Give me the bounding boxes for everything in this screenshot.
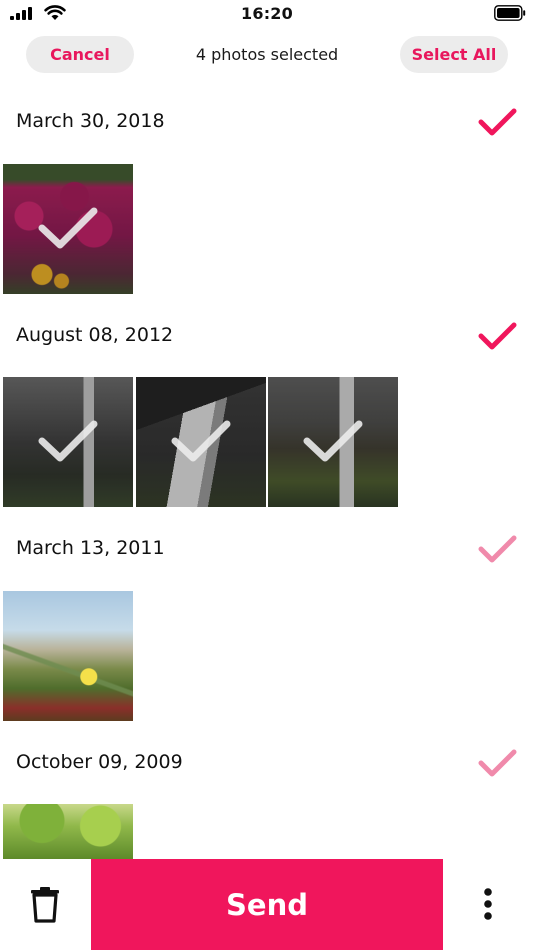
section-header: August 08, 2012 <box>0 316 534 356</box>
section-date: August 08, 2012 <box>16 324 174 346</box>
section-date: March 30, 2018 <box>16 110 165 132</box>
select-all-button[interactable]: Select All <box>400 36 508 73</box>
more-vertical-icon[interactable] <box>480 887 496 921</box>
photo-thumbnail[interactable] <box>3 591 133 721</box>
section-select-check-icon[interactable] <box>476 316 520 356</box>
photo-thumbnail[interactable] <box>268 377 398 507</box>
battery-icon <box>494 5 526 21</box>
section-header: March 13, 2011 <box>0 529 534 569</box>
bottom-action-bar: Send <box>0 859 534 950</box>
section-select-check-icon[interactable] <box>476 743 520 783</box>
trash-icon[interactable] <box>30 887 60 923</box>
photo-selected-check-icon <box>303 420 363 462</box>
selection-count-title: 4 photos selected <box>195 45 339 64</box>
section-date: March 13, 2011 <box>16 537 165 559</box>
photo-selected-check-icon <box>38 420 98 462</box>
section-select-check-icon[interactable] <box>476 102 520 142</box>
photo-selected-check-icon <box>38 207 98 249</box>
section-header: March 30, 2018 <box>0 102 534 142</box>
send-button[interactable]: Send <box>91 859 443 950</box>
photo-thumbnail[interactable] <box>3 804 133 859</box>
photo-selected-check-icon <box>171 420 231 462</box>
photo-thumbnail[interactable] <box>3 377 133 507</box>
selection-nav-bar: Cancel 4 photos selected Select All <box>0 36 534 74</box>
section-date: October 09, 2009 <box>16 751 183 773</box>
status-time: 16:20 <box>241 4 293 23</box>
section-select-check-icon[interactable] <box>476 529 520 569</box>
photo-thumbnail[interactable] <box>136 377 266 507</box>
section-header: October 09, 2009 <box>0 743 534 783</box>
cancel-button[interactable]: Cancel <box>26 36 134 73</box>
status-bar: 16:20 <box>0 0 534 28</box>
photo-thumbnail[interactable] <box>3 164 133 294</box>
